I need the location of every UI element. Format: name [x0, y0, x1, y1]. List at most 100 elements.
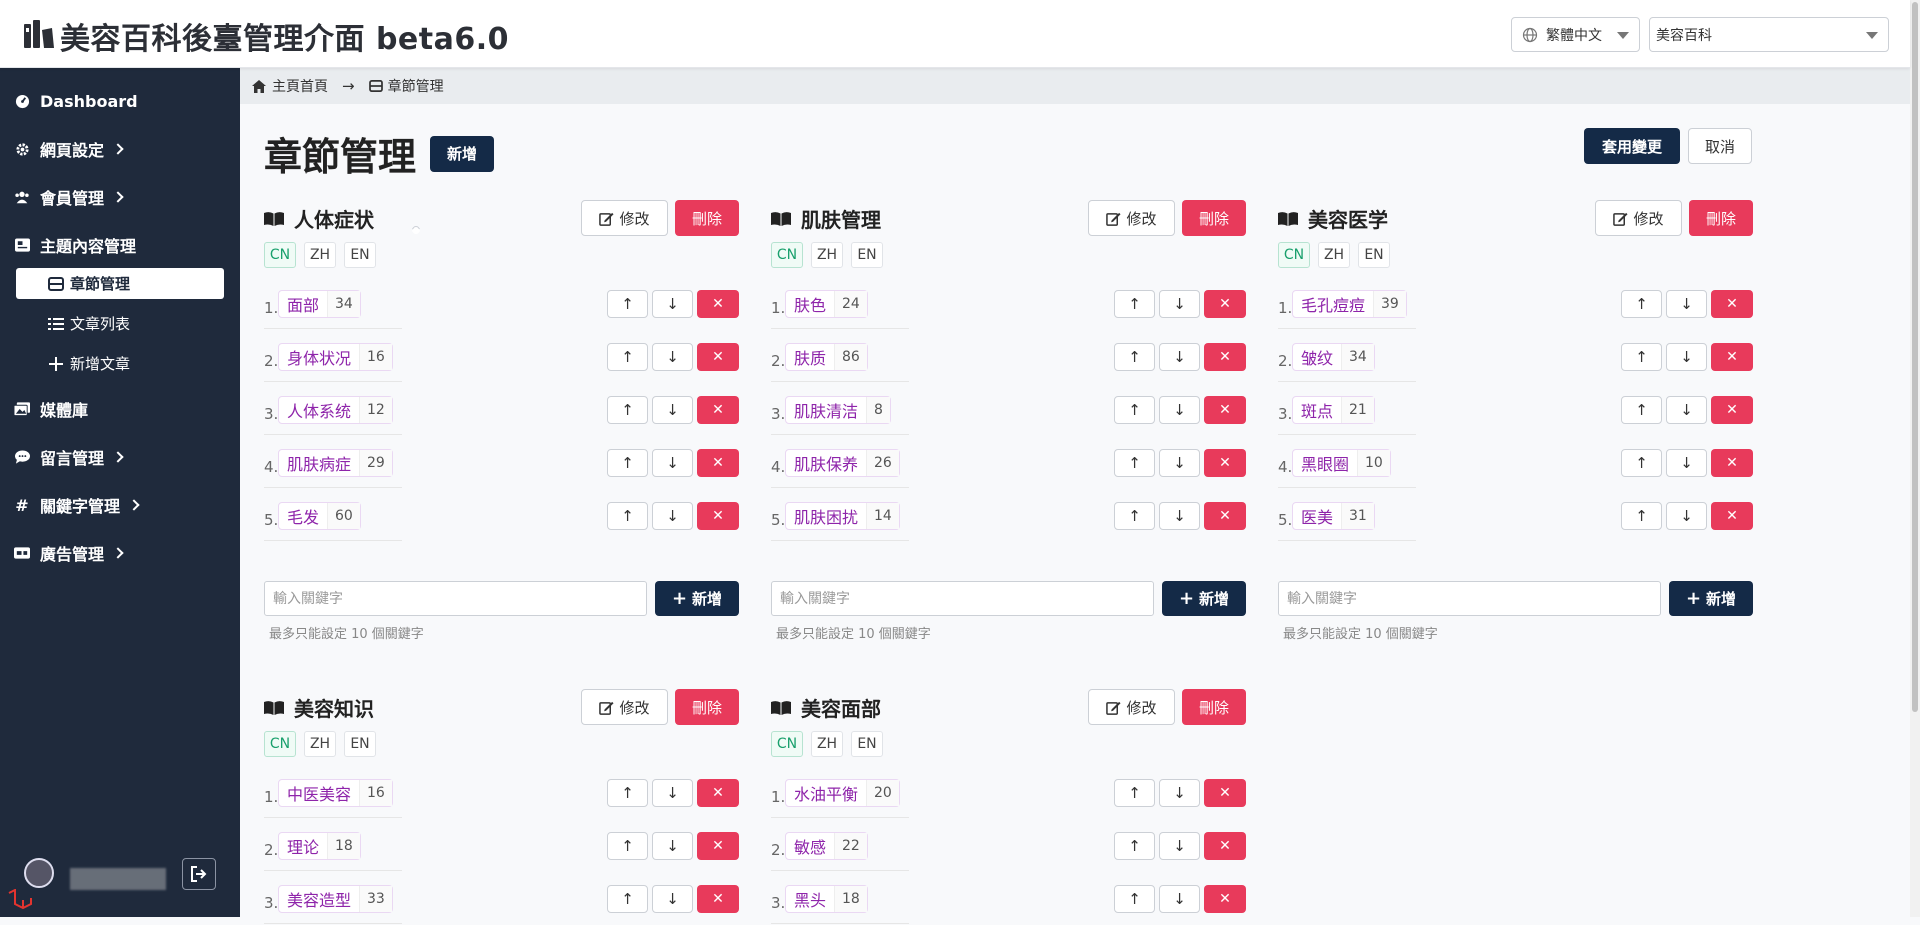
sidebar-item-website-settings[interactable]: 網頁設定: [14, 134, 124, 164]
sidebar-subitem-new-article[interactable]: 新增文章: [16, 348, 224, 379]
sidebar-item-comments[interactable]: 留言管理: [14, 442, 124, 472]
delete-section-button[interactable]: 刪除: [675, 200, 739, 236]
keyword-tag[interactable]: 黑眼圈 10: [1292, 449, 1391, 477]
edit-section-button[interactable]: 修改: [1595, 200, 1682, 236]
move-up-button[interactable]: ↑: [1621, 396, 1662, 424]
move-up-button[interactable]: ↑: [1621, 502, 1662, 530]
keyword-tag[interactable]: 毛发 60: [278, 502, 361, 530]
sidebar-item-media[interactable]: 媒體庫: [14, 394, 88, 424]
move-down-button[interactable]: ↓: [1159, 832, 1200, 860]
lang-tab[interactable]: CN: [264, 731, 296, 757]
remove-keyword-button[interactable]: ✕: [1711, 396, 1753, 424]
move-down-button[interactable]: ↓: [1159, 885, 1200, 913]
move-down-button[interactable]: ↓: [652, 396, 693, 424]
keyword-tag[interactable]: 肌肤病症 29: [278, 449, 393, 477]
keyword-input[interactable]: [264, 581, 647, 616]
move-up-button[interactable]: ↑: [1114, 449, 1155, 477]
lang-tab[interactable]: ZH: [304, 242, 336, 268]
logout-button[interactable]: [182, 858, 216, 890]
move-down-button[interactable]: ↓: [652, 885, 693, 913]
sidebar-item-members[interactable]: 會員管理: [14, 182, 124, 212]
remove-keyword-button[interactable]: ✕: [1711, 449, 1753, 477]
move-down-button[interactable]: ↓: [1159, 779, 1200, 807]
add-keyword-button[interactable]: + 新增: [655, 581, 739, 616]
move-down-button[interactable]: ↓: [1666, 290, 1707, 318]
sidebar-item-dashboard[interactable]: Dashboard: [14, 86, 138, 116]
sidebar-item-content[interactable]: 主題內容管理: [14, 224, 422, 260]
cancel-button[interactable]: 取消: [1688, 128, 1752, 164]
move-down-button[interactable]: ↓: [1159, 396, 1200, 424]
move-up-button[interactable]: ↑: [607, 885, 648, 913]
keyword-input[interactable]: [771, 581, 1154, 616]
lang-tab[interactable]: ZH: [811, 242, 843, 268]
remove-keyword-button[interactable]: ✕: [1711, 290, 1753, 318]
remove-keyword-button[interactable]: ✕: [1711, 343, 1753, 371]
keyword-tag[interactable]: 理论 18: [278, 832, 361, 860]
keyword-tag[interactable]: 医美 31: [1292, 502, 1375, 530]
move-down-button[interactable]: ↓: [1666, 449, 1707, 477]
page-scrollbar[interactable]: [1910, 0, 1920, 917]
keyword-tag[interactable]: 斑点 21: [1292, 396, 1375, 424]
remove-keyword-button[interactable]: ✕: [1204, 885, 1246, 913]
remove-keyword-button[interactable]: ✕: [697, 449, 739, 477]
lang-tab[interactable]: CN: [771, 242, 803, 268]
lang-tab[interactable]: EN: [1358, 242, 1390, 268]
move-down-button[interactable]: ↓: [1666, 396, 1707, 424]
move-up-button[interactable]: ↑: [1114, 396, 1155, 424]
lang-tab[interactable]: EN: [344, 731, 376, 757]
edit-section-button[interactable]: 修改: [1088, 200, 1175, 236]
keyword-tag[interactable]: 毛孔痘痘 39: [1292, 290, 1407, 318]
move-up-button[interactable]: ↑: [1114, 502, 1155, 530]
remove-keyword-button[interactable]: ✕: [1204, 343, 1246, 371]
remove-keyword-button[interactable]: ✕: [697, 885, 739, 913]
remove-keyword-button[interactable]: ✕: [1204, 779, 1246, 807]
keyword-tag[interactable]: 肤质 86: [785, 343, 868, 371]
edit-section-button[interactable]: 修改: [581, 200, 668, 236]
move-down-button[interactable]: ↓: [652, 290, 693, 318]
move-down-button[interactable]: ↓: [652, 502, 693, 530]
move-down-button[interactable]: ↓: [1666, 502, 1707, 530]
remove-keyword-button[interactable]: ✕: [1204, 449, 1246, 477]
remove-keyword-button[interactable]: ✕: [697, 343, 739, 371]
language-select[interactable]: 繁體中文: [1511, 17, 1640, 52]
delete-section-button[interactable]: 刪除: [1182, 689, 1246, 725]
remove-keyword-button[interactable]: ✕: [1711, 502, 1753, 530]
add-keyword-button[interactable]: + 新增: [1162, 581, 1246, 616]
move-down-button[interactable]: ↓: [1666, 343, 1707, 371]
move-down-button[interactable]: ↓: [652, 449, 693, 477]
keyword-tag[interactable]: 肌肤困扰 14: [785, 502, 900, 530]
edit-section-button[interactable]: 修改: [581, 689, 668, 725]
move-up-button[interactable]: ↑: [607, 449, 648, 477]
remove-keyword-button[interactable]: ✕: [697, 502, 739, 530]
keyword-tag[interactable]: 皱纹 34: [1292, 343, 1375, 371]
breadcrumb-home-link[interactable]: 主頁首頁: [272, 76, 328, 96]
lang-tab[interactable]: CN: [264, 242, 296, 268]
keyword-tag[interactable]: 水油平衡 20: [785, 779, 900, 807]
sidebar-item-keywords[interactable]: # 關鍵字管理: [14, 490, 140, 520]
move-up-button[interactable]: ↑: [1114, 779, 1155, 807]
move-up-button[interactable]: ↑: [1114, 885, 1155, 913]
move-down-button[interactable]: ↓: [1159, 449, 1200, 477]
lang-tab[interactable]: EN: [851, 242, 883, 268]
move-up-button[interactable]: ↑: [607, 502, 648, 530]
move-up-button[interactable]: ↑: [1114, 343, 1155, 371]
move-up-button[interactable]: ↑: [1114, 290, 1155, 318]
lang-tab[interactable]: EN: [344, 242, 376, 268]
move-up-button[interactable]: ↑: [1621, 449, 1662, 477]
move-up-button[interactable]: ↑: [607, 290, 648, 318]
move-up-button[interactable]: ↑: [607, 779, 648, 807]
move-down-button[interactable]: ↓: [652, 779, 693, 807]
remove-keyword-button[interactable]: ✕: [697, 290, 739, 318]
remove-keyword-button[interactable]: ✕: [697, 832, 739, 860]
scrollbar-thumb[interactable]: [1912, 2, 1918, 712]
sidebar-subitem-articles[interactable]: 文章列表: [16, 308, 224, 339]
keyword-tag[interactable]: 人体系统 12: [278, 396, 393, 424]
avatar[interactable]: [24, 858, 54, 888]
keyword-tag[interactable]: 身体状况 16: [278, 343, 393, 371]
lang-tab[interactable]: EN: [851, 731, 883, 757]
add-chapter-button[interactable]: 新增: [430, 135, 495, 172]
move-down-button[interactable]: ↓: [1159, 290, 1200, 318]
edit-section-button[interactable]: 修改: [1088, 689, 1175, 725]
lang-tab[interactable]: ZH: [811, 731, 843, 757]
keyword-tag[interactable]: 面部 34: [278, 290, 361, 318]
